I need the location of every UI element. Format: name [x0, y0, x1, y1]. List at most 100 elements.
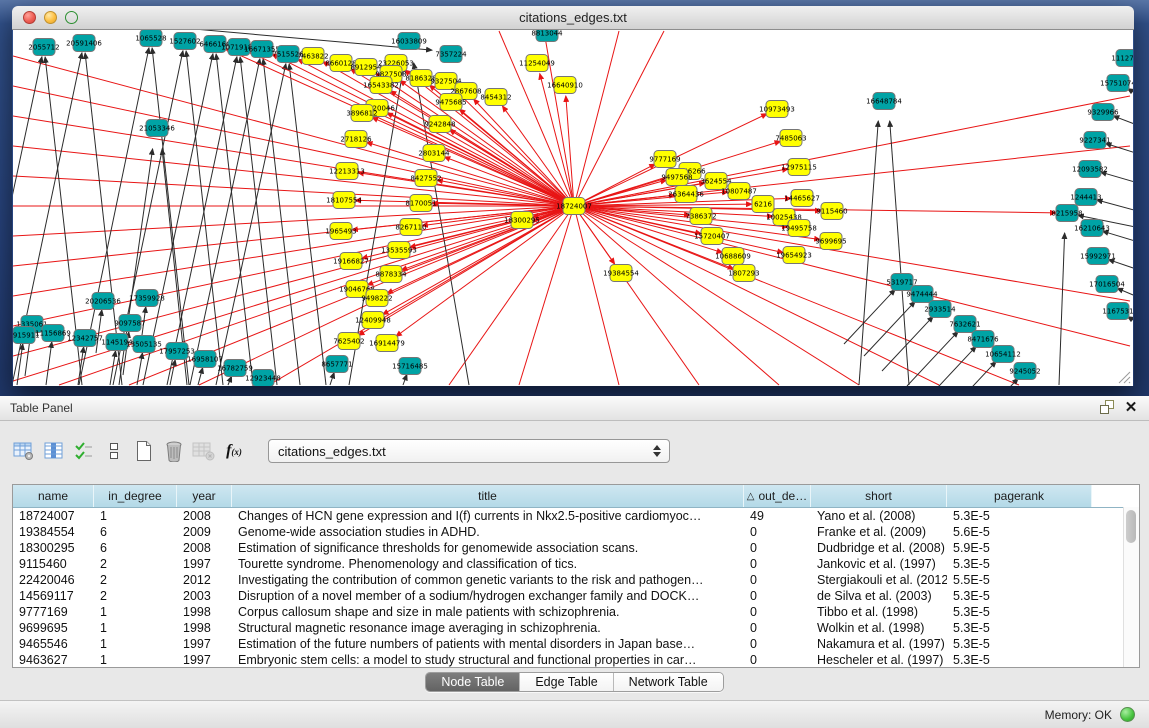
- table-row[interactable]: 911546021997Tourette syndrome. Phenomeno…: [13, 556, 1139, 572]
- graph-node[interactable]: 9227341: [1079, 132, 1110, 149]
- graph-node[interactable]: 9474444: [906, 286, 938, 303]
- citation-edge-black[interactable]: [46, 342, 52, 385]
- citation-edge[interactable]: [574, 31, 664, 206]
- graph-node[interactable]: 8657771: [321, 356, 352, 373]
- table-select-combo[interactable]: citations_edges.txt: [268, 439, 670, 463]
- delete-table-button[interactable]: [162, 438, 186, 464]
- citation-edge[interactable]: [574, 206, 939, 385]
- column-header-in_degree[interactable]: in_degree: [94, 485, 177, 507]
- column-header-name[interactable]: name: [13, 485, 94, 507]
- minimize-window-button[interactable]: [44, 11, 57, 24]
- graph-node[interactable]: 8813044: [531, 30, 563, 42]
- citation-edge[interactable]: [13, 206, 574, 356]
- delete-column-button[interactable]: [192, 438, 216, 464]
- table-row[interactable]: 969969511998Structural magnetic resonanc…: [13, 620, 1139, 636]
- citation-edge[interactable]: [574, 206, 1130, 301]
- table-row[interactable]: 2242004622012Investigating the contribut…: [13, 572, 1139, 588]
- table-row[interactable]: 946554611997Estimation of the future num…: [13, 636, 1139, 652]
- graph-node[interactable]: 8170051: [405, 195, 436, 212]
- graph-node[interactable]: 1112748: [1111, 50, 1133, 67]
- graph-node[interactable]: 15751074: [1100, 75, 1133, 92]
- citation-edge[interactable]: [574, 31, 619, 206]
- graph-node[interactable]: 9699695: [815, 233, 846, 250]
- graph-node[interactable]: 8215958: [1051, 205, 1082, 222]
- close-panel-button[interactable]: ✕: [1121, 399, 1141, 417]
- graph-node[interactable]: 9498222: [361, 290, 392, 307]
- graph-node[interactable]: 17359928: [129, 290, 165, 307]
- graph-node[interactable]: 2933514: [924, 301, 956, 318]
- graph-node[interactable]: 10688609: [715, 248, 751, 265]
- citation-edge-black[interactable]: [1117, 288, 1133, 300]
- graph-node[interactable]: 19384554: [603, 265, 639, 282]
- graph-node[interactable]: 11254049: [519, 55, 555, 72]
- citation-edge-black[interactable]: [1105, 143, 1133, 156]
- network-window[interactable]: citations_edges.txt 18724007183002951938…: [12, 6, 1134, 386]
- graph-node[interactable]: 16210643: [1074, 220, 1110, 237]
- citation-edge-black[interactable]: [403, 374, 407, 385]
- graph-node[interactable]: 15720407: [694, 228, 730, 245]
- table-row[interactable]: 1872400712008Changes of HCN gene express…: [13, 508, 1139, 524]
- row-height-button[interactable]: [102, 438, 126, 464]
- citation-edge-black[interactable]: [170, 360, 175, 385]
- graph-node[interactable]: 12975115: [781, 159, 817, 176]
- citation-edge[interactable]: [544, 31, 574, 206]
- zoom-window-button[interactable]: [65, 11, 78, 24]
- graph-node[interactable]: 16914479: [369, 335, 405, 352]
- graph-node[interactable]: 10654112: [985, 346, 1021, 363]
- tab-edge-table[interactable]: Edge Table: [520, 673, 613, 691]
- table-row[interactable]: 1456911722003Disruption of a novel membe…: [13, 588, 1139, 604]
- citation-edge-black[interactable]: [1097, 200, 1133, 213]
- graph-node[interactable]: 12093582: [1072, 161, 1108, 178]
- table-scrollbar[interactable]: [1123, 507, 1139, 667]
- citation-edge-black[interactable]: [907, 331, 958, 386]
- graph-node[interactable]: 19166827: [333, 253, 369, 270]
- graph-node[interactable]: 9475685: [435, 94, 466, 111]
- network-graph[interactable]: 1872400718300295193845541125404916640910…: [13, 30, 1133, 386]
- graph-node[interactable]: 19654923: [776, 247, 812, 264]
- graph-node[interactable]: 1807293: [728, 265, 759, 282]
- column-header-out_de[interactable]: △out_de…: [744, 485, 811, 507]
- graph-node[interactable]: 8454312: [480, 89, 511, 106]
- graph-node[interactable]: 9242848: [424, 116, 455, 133]
- column-header-year[interactable]: year: [177, 485, 232, 507]
- select-rows-button[interactable]: [72, 438, 96, 464]
- graph-node[interactable]: 15992971: [1080, 248, 1116, 265]
- citation-edge-black[interactable]: [216, 54, 253, 385]
- graph-node[interactable]: 9097587: [114, 315, 145, 332]
- citation-edge[interactable]: [502, 106, 574, 206]
- table-settings-button[interactable]: [12, 438, 36, 464]
- graph-node[interactable]: 2718126: [340, 131, 372, 148]
- citation-edge-black[interactable]: [864, 301, 915, 356]
- table-row[interactable]: 1830029562008Estimation of significance …: [13, 540, 1139, 556]
- table-row[interactable]: 1938455462009Genome-wide association stu…: [13, 524, 1139, 540]
- graph-node[interactable]: 8878334: [375, 266, 407, 283]
- tab-network-table[interactable]: Network Table: [614, 673, 723, 691]
- graph-node[interactable]: 8427552: [410, 170, 441, 187]
- graph-node[interactable]: 2055712: [28, 39, 59, 56]
- citation-edge[interactable]: [13, 56, 574, 206]
- citation-edge-black[interactable]: [844, 289, 895, 344]
- citation-edge-black[interactable]: [1103, 231, 1133, 244]
- citation-edge-black[interactable]: [110, 351, 116, 385]
- close-window-button[interactable]: [23, 11, 36, 24]
- citation-edge-black[interactable]: [228, 376, 232, 385]
- graph-node[interactable]: 1167531: [1102, 303, 1133, 320]
- function-builder-button[interactable]: f(x): [222, 438, 246, 464]
- column-header-title[interactable]: title: [232, 485, 744, 507]
- table-row[interactable]: 946362711997Embryonic stem cells: a mode…: [13, 652, 1139, 668]
- citation-edge-black[interactable]: [198, 368, 203, 385]
- new-table-button[interactable]: [132, 438, 156, 464]
- citation-edge-black[interactable]: [859, 121, 878, 385]
- scrollbar-thumb[interactable]: [1126, 510, 1136, 543]
- graph-node[interactable]: 16648784: [866, 93, 902, 110]
- citation-edge-black[interactable]: [1059, 233, 1065, 385]
- graph-node[interactable]: 7386372: [685, 208, 716, 225]
- graph-node[interactable]: 1527602: [169, 33, 200, 50]
- graph-node[interactable]: 9115460: [816, 203, 847, 220]
- column-header-pagerank[interactable]: pagerank: [947, 485, 1092, 507]
- citation-edge[interactable]: [13, 206, 574, 296]
- citation-edge[interactable]: [13, 206, 574, 236]
- citation-edge[interactable]: [574, 206, 619, 385]
- graph-node[interactable]: 7625402: [333, 333, 364, 350]
- graph-node[interactable]: 2803144: [418, 145, 450, 162]
